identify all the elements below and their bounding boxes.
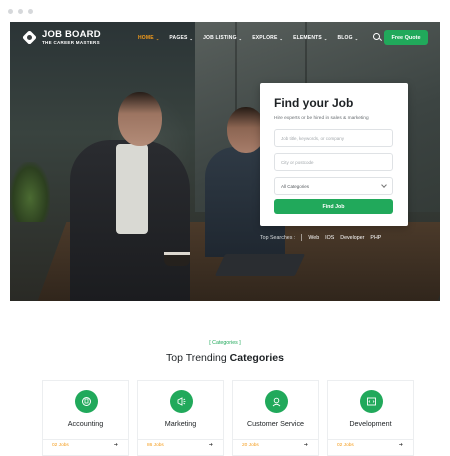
nav-item-explore[interactable]: EXPLORE ⌄ — [252, 35, 283, 41]
find-job-button[interactable]: Find Job — [274, 199, 393, 214]
top-searches: Top Searches : Web IOS Developer PHP — [260, 234, 381, 241]
categories-heading: Top Trending Categories — [166, 352, 284, 364]
keyword-input[interactable]: Job title, keywords, or company — [274, 129, 393, 147]
category-card-accounting[interactable]: Accounting 02 Jobs ➜ — [42, 380, 129, 456]
category-job-count: 86 Jobs — [147, 443, 164, 448]
divider — [301, 234, 303, 241]
hero-plant — [10, 162, 50, 222]
headset-icon — [265, 390, 288, 413]
category-cards: Accounting 02 Jobs ➜ Marketing 86 Jobs ➜… — [42, 380, 414, 456]
chevron-down-icon: ⌄ — [155, 35, 160, 41]
search-card-subtitle: Hire experts or be hired in sales & mark… — [274, 116, 369, 121]
calculator-icon — [75, 390, 98, 413]
category-job-count: 02 Jobs — [52, 443, 69, 448]
category-job-count: 02 Jobs — [337, 443, 354, 448]
category-card-customer-service[interactable]: Customer Service 20 Jobs ➜ — [232, 380, 319, 456]
chevron-down-icon — [381, 182, 387, 188]
category-job-count: 20 Jobs — [242, 443, 259, 448]
category-name: Marketing — [164, 419, 197, 428]
window-dot — [8, 9, 13, 14]
nav-item-elements[interactable]: ELEMENTS ⌄ — [293, 35, 327, 41]
location-input[interactable]: City or postcode — [274, 153, 393, 171]
window-dot — [18, 9, 23, 14]
top-navigation: JOB BOARD THE CAREER MASTERS HOME ⌄ PAGES… — [10, 22, 440, 54]
category-name: Development — [349, 419, 392, 428]
main-menu: HOME ⌄ PAGES ⌄ JOB LISTING ⌄ EXPLORE ⌄ ELEME… — [138, 35, 358, 41]
chevron-down-icon: ⌄ — [354, 35, 359, 41]
categories-label: [ Categories ] — [209, 340, 241, 346]
search-tag-ios[interactable]: IOS — [325, 235, 334, 241]
nav-item-home[interactable]: HOME ⌄ — [138, 35, 159, 41]
arrow-right-icon[interactable]: ➜ — [209, 442, 213, 448]
search-tag-php[interactable]: PHP — [370, 235, 381, 241]
window-controls — [8, 9, 33, 14]
chevron-down-icon: ⌄ — [189, 35, 194, 41]
window-dot — [28, 9, 33, 14]
chevron-down-icon: ⌄ — [238, 35, 243, 41]
search-tag-developer[interactable]: Developer — [340, 235, 364, 241]
logo-icon — [22, 30, 37, 45]
category-card-marketing[interactable]: Marketing 86 Jobs ➜ — [137, 380, 224, 456]
search-icon[interactable] — [372, 32, 382, 42]
top-searches-label: Top Searches : — [260, 234, 296, 241]
nav-item-blog[interactable]: BLOG ⌄ — [337, 35, 358, 41]
category-name: Customer Service — [246, 419, 305, 428]
category-name: Accounting — [67, 419, 104, 428]
category-select[interactable]: All Categories — [274, 177, 393, 195]
chevron-down-icon: ⌄ — [323, 35, 328, 41]
megaphone-icon — [170, 390, 193, 413]
search-tag-web[interactable]: Web — [308, 235, 319, 241]
free-quote-button[interactable]: Free Quote — [384, 30, 428, 45]
arrow-right-icon[interactable]: ➜ — [399, 442, 403, 448]
hero-person-left — [70, 92, 190, 301]
chevron-down-icon: ⌄ — [279, 35, 284, 41]
laptop — [214, 254, 306, 276]
search-card-title: Find your Job — [274, 96, 354, 110]
arrow-right-icon[interactable]: ➜ — [114, 442, 118, 448]
site-logo[interactable]: JOB BOARD THE CAREER MASTERS — [22, 30, 101, 45]
coffee-cup — [164, 252, 190, 266]
code-icon — [360, 390, 383, 413]
job-search-card: Find your Job Hire experts or be hired i… — [260, 83, 408, 226]
nav-item-pages[interactable]: PAGES ⌄ — [169, 35, 193, 41]
nav-item-job-listing[interactable]: JOB LISTING ⌄ — [203, 35, 242, 41]
logo-title: JOB BOARD — [42, 29, 101, 40]
arrow-right-icon[interactable]: ➜ — [304, 442, 308, 448]
logo-subtitle: THE CAREER MASTERS — [42, 39, 100, 45]
category-card-development[interactable]: Development 02 Jobs ➜ — [327, 380, 414, 456]
browser-frame: JOB BOARD THE CAREER MASTERS HOME ⌄ PAGES… — [0, 0, 450, 456]
